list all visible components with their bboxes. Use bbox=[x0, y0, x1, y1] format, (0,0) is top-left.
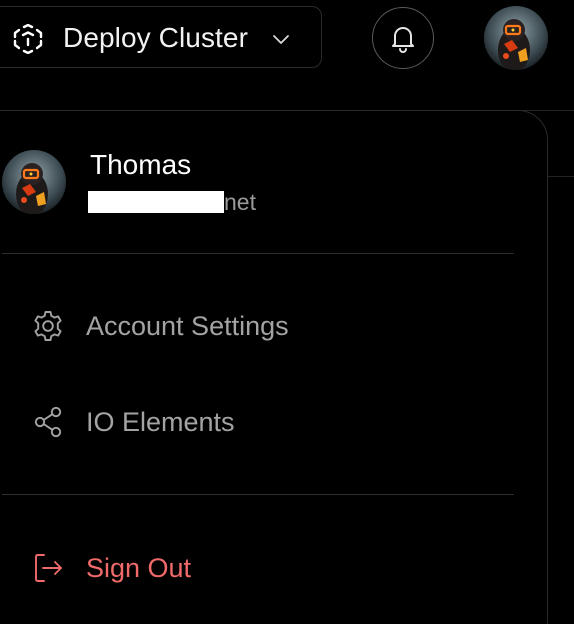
bell-icon bbox=[392, 27, 414, 53]
share-icon bbox=[28, 402, 68, 442]
cluster-selector[interactable]: Deploy Cluster bbox=[0, 6, 322, 68]
menu-item-account-settings[interactable]: Account Settings bbox=[28, 302, 508, 350]
gear-icon bbox=[28, 306, 68, 346]
menu-avatar bbox=[2, 150, 66, 214]
sign-out-label: Sign Out bbox=[86, 553, 192, 583]
background-divider bbox=[546, 176, 574, 177]
chevron-down-icon bbox=[271, 29, 291, 49]
menu-divider bbox=[2, 494, 514, 495]
user-email: net bbox=[88, 188, 256, 216]
sign-out-button[interactable]: Sign Out bbox=[28, 544, 508, 592]
menu-divider bbox=[2, 253, 514, 254]
avatar[interactable] bbox=[484, 6, 548, 70]
cluster-label: Deploy Cluster bbox=[63, 22, 249, 53]
email-suffix: net bbox=[224, 189, 256, 215]
user-name: Thomas bbox=[90, 149, 192, 180]
sign-out-icon bbox=[28, 548, 68, 588]
notifications-button[interactable] bbox=[372, 7, 434, 69]
app-page: Deploy Cluster Thomas net Account Settin… bbox=[0, 0, 574, 624]
cluster-icon bbox=[13, 23, 43, 55]
menu-item-label: Account Settings bbox=[86, 311, 289, 341]
email-redaction bbox=[88, 191, 224, 213]
menu-item-label: IO Elements bbox=[86, 407, 235, 437]
menu-item-io-elements[interactable]: IO Elements bbox=[28, 398, 508, 446]
